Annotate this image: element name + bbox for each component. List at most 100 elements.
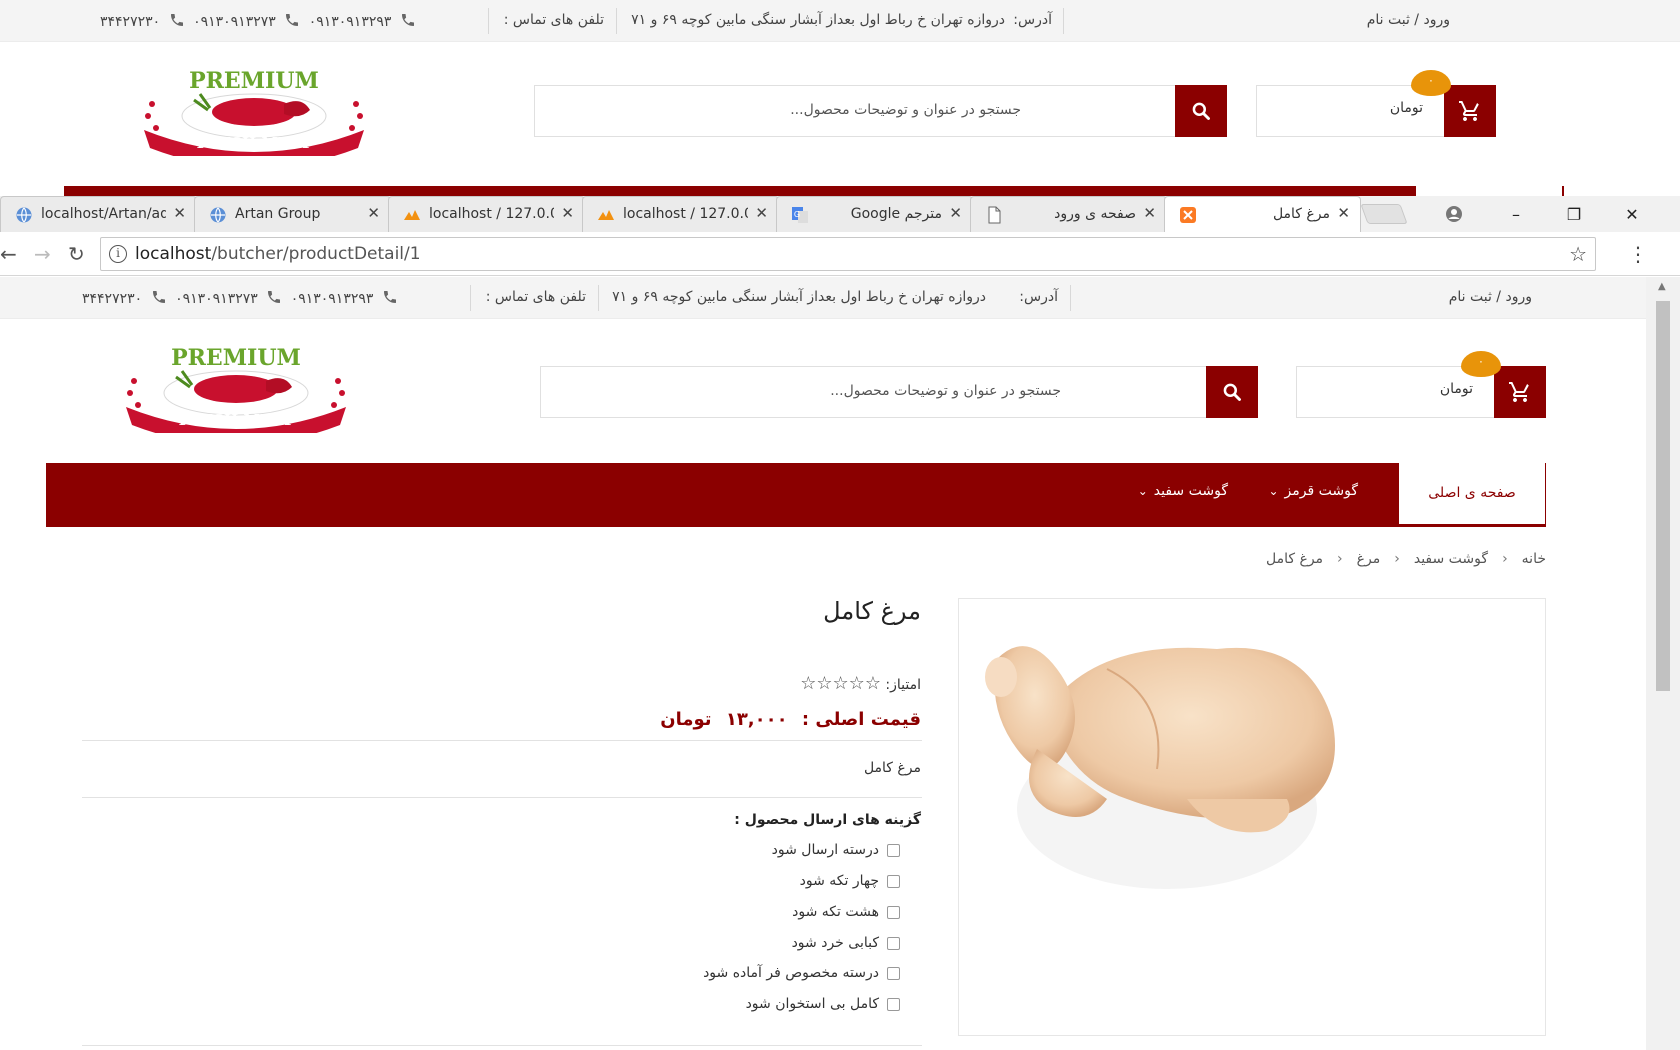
divider [488,8,489,34]
breadcrumb-category[interactable]: گوشت سفید [1414,551,1488,567]
cart-count-badge: ۰ [1411,70,1451,96]
browser-tab[interactable]: localhost / 127.0.0.1 ✕ [388,196,585,232]
svg-text:PREMIUM: PREMIUM [189,68,319,94]
product-image[interactable] [957,599,1545,1037]
option-checkbox[interactable] [887,936,900,950]
chevron-down-icon: ⌄ [1268,484,1279,498]
option-checkbox[interactable] [887,905,900,919]
restore-icon[interactable]: ❐ [1556,196,1592,232]
option-checkbox[interactable] [887,843,900,857]
search-button[interactable] [1175,85,1227,137]
phone-list: ۳۴۴۲۷۲۳۰ ۰۹۱۳۰۹۱۳۲۷۳ ۰۹۱۳۰۹۱۳۲۹۳ [82,289,402,307]
cart-box[interactable]: تومان ۰ [1256,70,1496,137]
search-button[interactable] [1206,366,1258,418]
breadcrumb-home[interactable]: خانه [1522,551,1546,567]
close-window-icon[interactable]: ✕ [1614,196,1650,232]
svg-text:FRESH MEAT: FRESH MEAT [179,411,295,429]
divider [82,740,922,741]
shipping-option[interactable]: کبابی خرد شود [792,935,900,951]
phone-number: ۰۹۱۳۰۹۱۳۲۷۳ [175,291,258,307]
browser-menu-icon[interactable]: ⋮ [1628,242,1648,266]
close-tab-icon[interactable]: ✕ [1143,204,1156,222]
address-label: آدرس: [1019,289,1058,305]
tab-title: Artan Group [235,206,321,222]
cart-button[interactable] [1444,85,1496,137]
browser-tab[interactable]: localhost / 127.0.0.1 ✕ [582,196,779,232]
product-price: قیمت اصلی : ۱۳,۰۰۰ تومان [660,709,921,730]
price-value: ۱۳,۰۰۰ [725,709,788,730]
phone-number: ۳۴۴۲۷۲۳۰ [100,14,161,30]
reload-icon[interactable]: ↻ [68,242,85,266]
tab-title: localhost / 127.0.0.1 [429,206,554,222]
search-box[interactable]: جستجو در عنوان و توضیحات محصول... [540,366,1258,418]
address-text: دروازه تهران خ رباط اول بعداز آبشار سنگی… [612,289,986,305]
back-arrow-icon[interactable]: ← [0,242,17,266]
close-tab-icon[interactable]: ✕ [367,204,380,222]
minimize-icon[interactable]: – [1498,196,1534,232]
address-label: آدرس: [1013,12,1052,28]
option-checkbox[interactable] [887,997,900,1011]
shipping-option[interactable]: چهار تکه شود [800,873,900,889]
nav-home[interactable]: صفحه ی اصلی [1398,463,1546,525]
shipping-options-title: گزینه های ارسال محصول : [734,812,921,828]
phpmyadmin-icon [597,206,615,224]
phone-label: تلفن های تماس : [503,12,604,28]
url-field[interactable]: i localhost/butcher/productDetail/1 ☆ [100,237,1596,271]
profile-icon[interactable] [1436,196,1472,232]
browser-tab-active[interactable]: مرغ کامل ✕ [1164,196,1361,232]
rating-label: امتیاز: [885,677,921,693]
close-tab-icon[interactable]: ✕ [561,204,574,222]
browser-tab[interactable]: صفحه ی ورود ✕ [970,196,1167,232]
browser-tab[interactable]: G مترجم Google ✕ [776,196,973,232]
site-logo[interactable]: PREMIUM FRESH MEAT [134,64,374,168]
shipping-option[interactable]: درسته ارسال شود [772,842,900,858]
chevron-left-icon: ‹ [1337,551,1343,567]
main-nav: صفحه ی اصلی گوشت قرمز⌄ گوشت سفید⌄ [46,463,1546,527]
breadcrumb-current: مرغ کامل [1265,551,1324,567]
browser-tab[interactable]: localhost/Artan/admin ✕ [0,196,197,232]
breadcrumb-subcategory[interactable]: مرغ [1357,551,1381,567]
globe-icon [209,206,227,224]
option-checkbox[interactable] [887,874,900,888]
chevron-left-icon: ‹ [1394,551,1400,567]
login-register-link[interactable]: ورود / ثبت نام [1449,289,1532,305]
close-tab-icon[interactable]: ✕ [1337,204,1350,222]
shipping-option[interactable]: هشت تکه شود [792,904,900,920]
forward-arrow-icon[interactable]: → [34,242,51,266]
close-tab-icon[interactable]: ✕ [173,204,186,222]
login-register-link[interactable]: ورود / ثبت نام [1367,12,1450,28]
shipping-option[interactable]: کامل بی استخوان شود [746,996,900,1012]
chevron-left-icon: ‹ [1502,551,1508,567]
address-bar: ← → ↻ i localhost/butcher/productDetail/… [0,232,1680,276]
phone-number: ۰۹۱۳۰۹۱۳۲۹۳ [308,14,392,30]
site-logo[interactable]: PREMIUM FRESH MEAT [116,341,356,445]
chevron-down-icon: ⌄ [1137,484,1148,498]
svg-text:G: G [794,210,800,219]
shipping-option[interactable]: درسته مخصوص فر آماده شود [703,965,900,981]
cart-box[interactable]: تومان ۰ [1296,351,1546,418]
new-tab-button[interactable] [1360,204,1408,224]
cart-count-badge: ۰ [1461,351,1501,377]
nav-red-meat[interactable]: گوشت قرمز⌄ [1268,483,1358,499]
scrollbar-thumb[interactable] [1656,301,1670,691]
search-box[interactable]: جستجو در عنوان و توضیحات محصول... [534,85,1227,137]
info-icon[interactable]: i [109,245,127,263]
option-checkbox[interactable] [887,966,900,980]
product-image-box [958,598,1546,1036]
divider [1063,8,1064,34]
phone-icon [400,12,416,28]
background-page: ورود / ثبت نام آدرس: دروازه تهران خ رباط… [0,0,1680,200]
close-tab-icon[interactable]: ✕ [949,204,962,222]
cart-button[interactable] [1494,366,1546,418]
nav-white-meat[interactable]: گوشت سفید⌄ [1138,483,1228,499]
bookmark-star-icon[interactable]: ☆ [1569,242,1587,266]
page-scrollbar[interactable]: ▲ [1646,277,1680,1050]
close-tab-icon[interactable]: ✕ [755,204,768,222]
tab-title: localhost / 127.0.0.1 [623,206,748,222]
divider [598,285,599,311]
rating-stars[interactable]: ☆☆☆☆☆ [800,673,881,694]
xampp-icon [1179,206,1197,224]
browser-tab[interactable]: Artan Group ✕ [194,196,391,232]
tab-title: مترجم Google [850,206,942,222]
scroll-up-icon[interactable]: ▲ [1658,281,1666,292]
